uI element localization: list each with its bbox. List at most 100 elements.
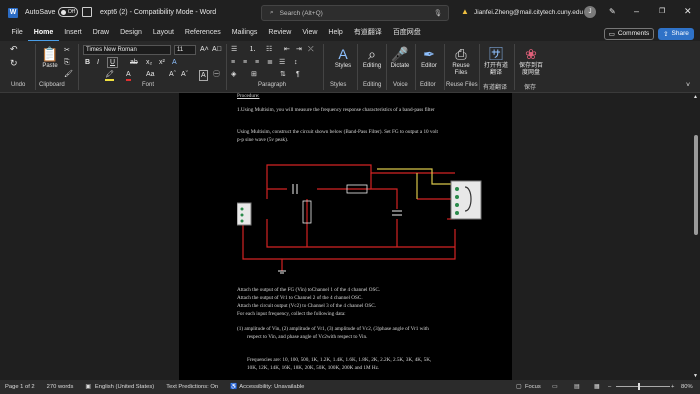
warning-icon[interactable]: ▲ xyxy=(461,7,469,16)
close-icon[interactable]: ✕ xyxy=(684,6,692,17)
autosave-toggle[interactable]: Off xyxy=(58,7,78,17)
editor-button[interactable]: ✒ Editor xyxy=(418,45,440,69)
youdao-translate-button[interactable]: 🈂 打开有道翻译 xyxy=(481,45,511,77)
underline-icon[interactable]: U xyxy=(107,57,119,68)
word-count[interactable]: 270 words xyxy=(47,384,74,390)
web-layout-icon[interactable]: ▦ xyxy=(594,384,599,390)
multilevel-icon[interactable]: ☷ xyxy=(266,45,272,54)
pilcrow-icon[interactable]: ¶ xyxy=(296,70,300,79)
character-border-icon[interactable]: A xyxy=(199,70,208,81)
align-left-icon[interactable]: ≡ xyxy=(231,58,235,67)
save-icon[interactable] xyxy=(82,7,92,17)
tab-youdao[interactable]: 有道翻译 xyxy=(348,25,387,42)
font-color-icon[interactable]: A xyxy=(126,70,131,81)
strikethrough-icon[interactable]: ab xyxy=(130,58,138,67)
undo-icon[interactable]: ↶ xyxy=(10,45,18,54)
user-email[interactable]: Jianfei.Zheng@mail.citytech.cuny.edu xyxy=(474,9,583,16)
share-button[interactable]: ⇪ Share xyxy=(658,27,694,40)
phonetic-icon[interactable]: ㊀ xyxy=(213,70,220,79)
sort-icon[interactable]: ⇅ xyxy=(280,70,286,79)
reuse-files-icon: ⎙ xyxy=(455,46,467,62)
distributed-icon[interactable]: ☰ xyxy=(279,58,285,67)
bullets-icon[interactable]: ☰ xyxy=(231,45,237,54)
tab-design[interactable]: Design xyxy=(115,25,148,42)
tab-references[interactable]: References xyxy=(179,25,226,42)
scroll-thumb[interactable] xyxy=(694,135,698,235)
zoom-slider-thumb[interactable] xyxy=(638,383,640,390)
search-box[interactable]: ⌕ Search (Alt+Q) 🎙 xyxy=(261,5,449,21)
vertical-scrollbar[interactable]: ▲ ▼ xyxy=(692,93,700,380)
italic-icon[interactable]: I xyxy=(97,58,99,67)
align-center-icon[interactable]: ≡ xyxy=(243,58,247,67)
font-name-box[interactable]: Times New Roman xyxy=(83,45,171,55)
tab-insert[interactable]: Insert xyxy=(59,25,88,42)
tab-baidu[interactable]: 百度网盘 xyxy=(387,25,426,42)
collapse-ribbon-icon[interactable]: ˅ xyxy=(686,81,690,90)
line-spacing-icon[interactable]: ↕ xyxy=(294,58,298,67)
restore-icon[interactable]: ❐ xyxy=(659,7,665,15)
text-predictions-status[interactable]: Text Predictions: On xyxy=(166,384,218,390)
focus-button[interactable]: Focus xyxy=(525,384,541,390)
font-size-box[interactable]: 11 xyxy=(174,45,196,55)
scroll-up-icon[interactable]: ▲ xyxy=(693,94,698,100)
tab-file[interactable]: File xyxy=(6,25,28,42)
cut-icon[interactable]: ✂ xyxy=(64,46,70,55)
highlight-icon[interactable]: 🖍 xyxy=(105,70,114,81)
superscript-icon[interactable]: x² xyxy=(159,58,165,67)
zoom-out-icon[interactable]: – xyxy=(608,384,611,390)
baidu-save-button[interactable]: ❀ 保存到百度网盘 xyxy=(516,45,546,77)
language-status[interactable]: English (United States) xyxy=(95,384,154,390)
zoom-in-icon[interactable]: + xyxy=(671,384,674,390)
group-paragraph: Paragraph xyxy=(258,82,287,88)
text-effects-icon[interactable]: A xyxy=(172,58,177,67)
decrease-indent-icon[interactable]: ⇤ xyxy=(284,45,290,54)
tab-help[interactable]: Help xyxy=(323,25,348,42)
search-input[interactable]: Search (Alt+Q) xyxy=(280,10,323,17)
tab-layout[interactable]: Layout xyxy=(147,25,179,42)
pen-icon[interactable]: ✎ xyxy=(609,7,616,16)
zoom-level[interactable]: 80% xyxy=(681,384,693,390)
dictate-button[interactable]: 🎤 Dictate xyxy=(389,45,411,69)
avatar[interactable]: J xyxy=(584,6,596,18)
redo-icon[interactable]: ↻ xyxy=(10,59,18,68)
paste-button[interactable]: 📋 Paste xyxy=(40,45,60,69)
minimize-icon[interactable]: – xyxy=(634,6,639,16)
clear-format-icon[interactable]: A⃠ xyxy=(212,45,222,54)
tab-view[interactable]: View xyxy=(297,25,323,42)
copy-icon[interactable]: ⎘ xyxy=(64,58,70,67)
change-case-icon[interactable]: Aa xyxy=(146,70,155,79)
grow-font-icon[interactable]: A˄ xyxy=(200,45,209,54)
page-count[interactable]: Page 1 of 2 xyxy=(5,384,35,390)
shading-icon[interactable]: ◈ xyxy=(231,70,236,79)
chinese-layout-icon[interactable]: ⤫ xyxy=(308,45,314,54)
borders-icon[interactable]: ⊞ xyxy=(251,70,257,79)
print-layout-icon[interactable]: ▤ xyxy=(574,384,579,390)
accessibility-status[interactable]: Accessibility: Unavailable xyxy=(239,384,304,390)
subscript-icon[interactable]: x₂ xyxy=(146,58,152,67)
scroll-down-icon[interactable]: ▼ xyxy=(693,373,698,379)
group-youdao: 有道翻译 xyxy=(483,85,508,91)
microphone-icon[interactable]: 🎙 xyxy=(434,9,442,17)
tab-draw[interactable]: Draw xyxy=(87,25,114,42)
format-painter-icon[interactable]: 🖌 xyxy=(64,70,73,79)
tab-review[interactable]: Review xyxy=(263,25,297,42)
zoom-slider[interactable] xyxy=(616,383,670,390)
proofing-icon[interactable]: ▣ xyxy=(85,384,90,390)
font-size-down-icon[interactable]: Aˇ xyxy=(181,70,188,79)
read-mode-icon[interactable]: ▭ xyxy=(552,384,557,390)
justify-icon[interactable]: ≣ xyxy=(267,58,273,67)
tab-mailings[interactable]: Mailings xyxy=(226,25,263,42)
ribbon: ↶ ↻ Undo 📋 Paste ✂ ⎘ 🖌 Clipboard Times N… xyxy=(0,41,700,93)
align-right-icon[interactable]: ≡ xyxy=(255,58,259,67)
document-page[interactable]: Procedure: 1.Using Multisim, you will me… xyxy=(179,93,512,380)
editing-button[interactable]: ⌕ Editing xyxy=(360,45,384,69)
increase-indent-icon[interactable]: ⇥ xyxy=(296,45,302,54)
bold-icon[interactable]: B xyxy=(85,58,90,67)
focus-icon[interactable]: ▢ xyxy=(516,384,521,390)
tab-home[interactable]: Home xyxy=(28,25,59,42)
numbering-icon[interactable]: ⒈ xyxy=(249,45,256,54)
font-size-up-icon[interactable]: Aˆ xyxy=(169,70,176,79)
reuse-files-button[interactable]: ⎙ Reuse Files xyxy=(447,45,475,77)
styles-button[interactable]: A Styles xyxy=(332,45,354,69)
comments-button[interactable]: ▭ Comments xyxy=(604,27,654,40)
